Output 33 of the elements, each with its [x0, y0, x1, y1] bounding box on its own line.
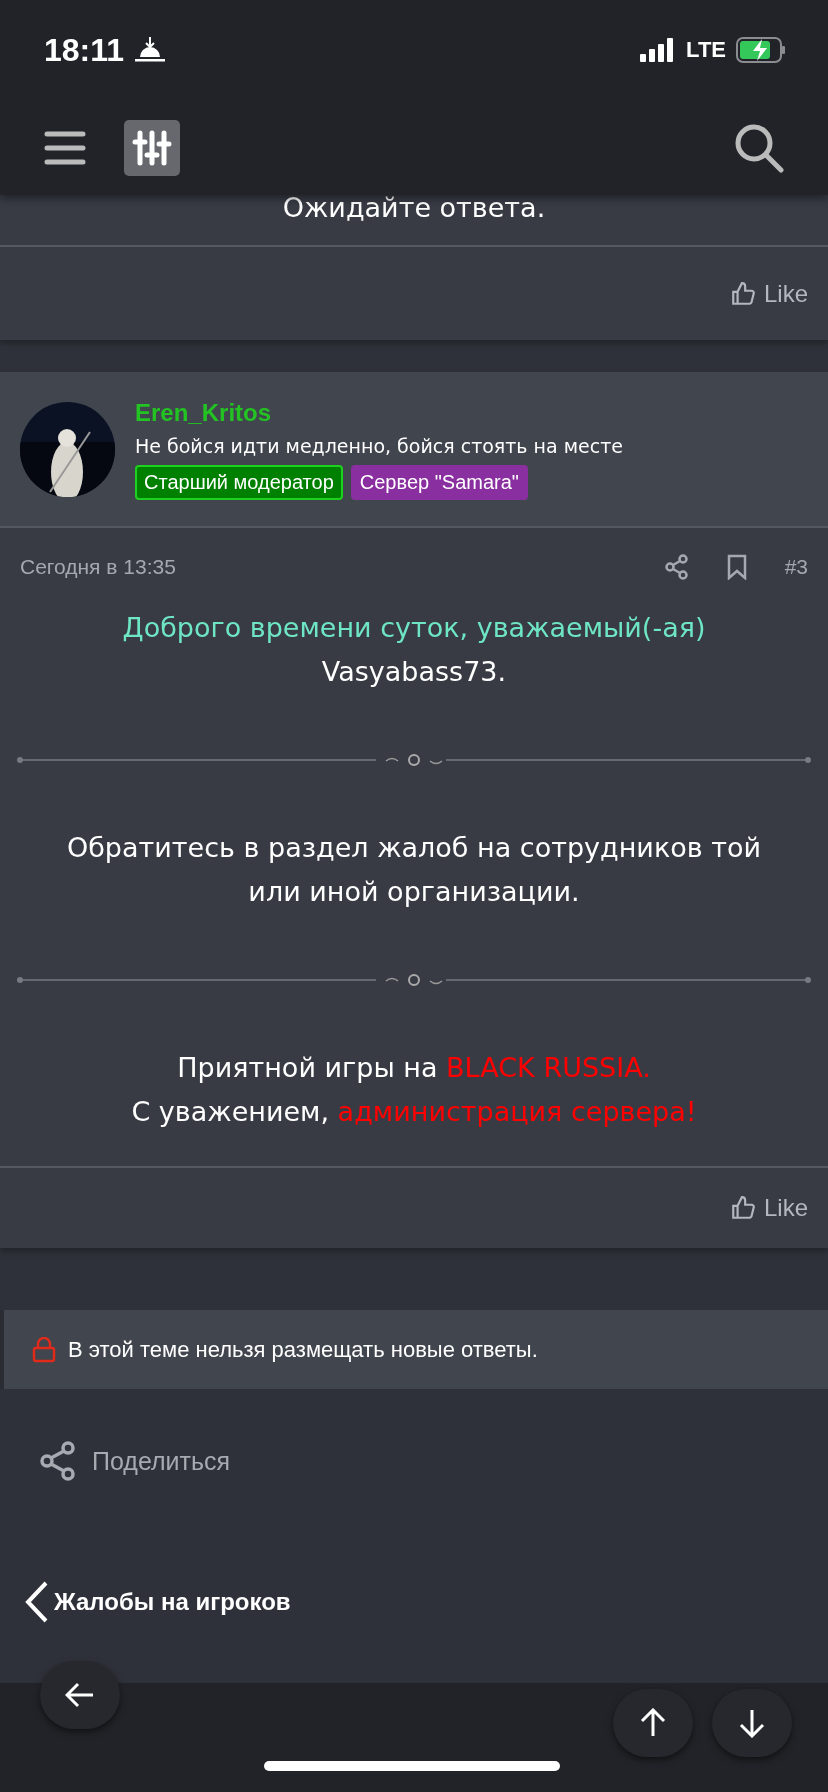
battery-charging-icon	[736, 37, 786, 63]
thumbs-up-icon	[729, 1195, 756, 1221]
share-icon	[40, 1441, 76, 1481]
share-icon[interactable]	[664, 554, 689, 580]
post-number[interactable]: #3	[784, 555, 808, 579]
breadcrumb-link[interactable]: Жалобы на игроков	[24, 1581, 291, 1623]
share-button[interactable]: Поделиться	[40, 1441, 231, 1481]
role-badge: Старший модератор	[135, 464, 343, 500]
back-button[interactable]	[40, 1661, 120, 1729]
menu-icon[interactable]	[44, 129, 86, 166]
thumbs-up-icon	[729, 280, 756, 307]
network-type: LTE	[686, 37, 726, 63]
bookmark-icon[interactable]	[726, 554, 747, 580]
post-text: Приятной игры на BLACK RUSSIA. С уважением, администрация сервера!	[130, 1051, 698, 1129]
role-badge: Сервер "Samara"	[350, 464, 528, 500]
lock-icon	[32, 1336, 56, 1363]
notice-text: В этой теме нельзя размещать новые ответы.	[68, 1336, 538, 1363]
username-link[interactable]: Eren_Kritos	[135, 398, 623, 427]
arrow-left-icon	[65, 1682, 95, 1708]
search-icon[interactable]	[734, 122, 784, 173]
user-signature: Не бойся идти медленно, бойся стоять на месте	[135, 434, 623, 457]
like-button[interactable]: Like	[729, 1194, 808, 1222]
sliders-button[interactable]	[124, 119, 180, 176]
chevron-left-icon	[24, 1581, 50, 1623]
like-button[interactable]: Like	[729, 279, 808, 308]
sunrise-icon	[134, 37, 167, 63]
arrow-down-icon	[739, 1708, 765, 1738]
post-date: Сегодня в 13:35	[20, 555, 177, 579]
arrow-up-icon	[640, 1708, 666, 1738]
post-text: Ожидайте ответа.	[0, 195, 828, 247]
clock-time: 18:11	[44, 31, 125, 69]
post-text: Обратитесь в раздел жалоб на сотрудников той или иной организации.	[65, 831, 763, 909]
post-text: Доброго времени суток, уважаемый(-ая) Vasyabass73.	[121, 611, 707, 689]
